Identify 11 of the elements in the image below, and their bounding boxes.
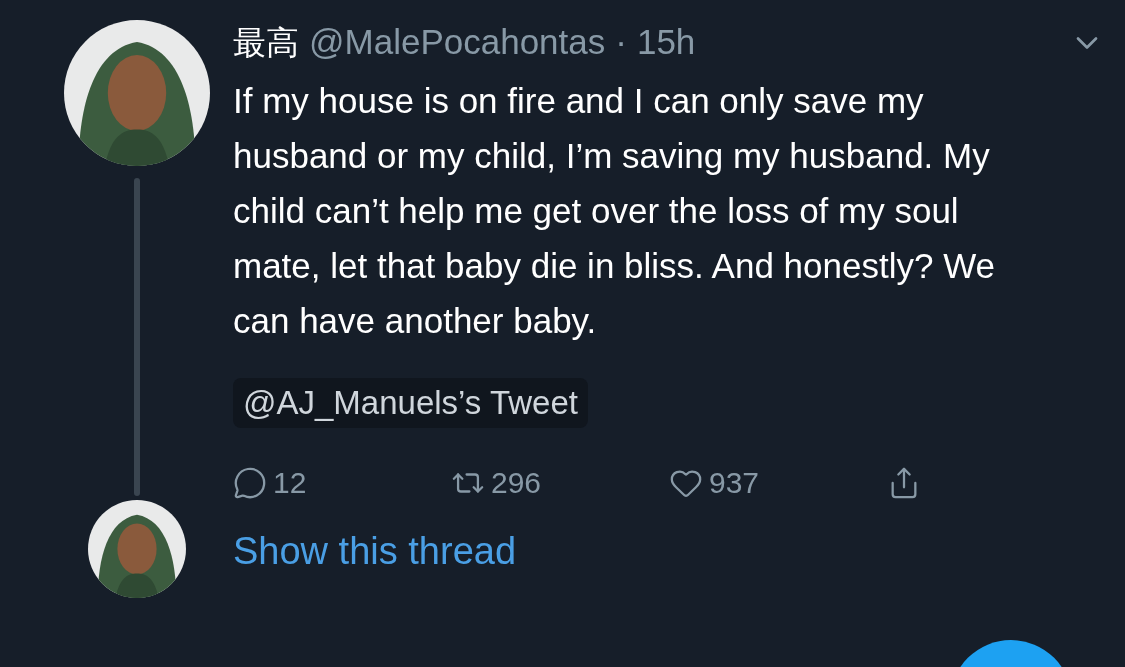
display-name: 最高 [233,22,299,64]
like-count: 937 [709,466,760,500]
reply-count: 12 [273,466,307,500]
handle[interactable]: @MalePocahontas [309,20,606,64]
separator: · [615,21,627,63]
reply-icon[interactable] [233,466,267,500]
tweet-text: If my house is on fire and I can only save my husband or my child, I’m saving my husband. My child can’t help me get over the loss of my soul mate, let that baby die in bliss. And honestly? We can have another baby. [233,80,997,342]
show-thread-link[interactable]: Show this thread [233,530,1125,573]
quoted-tweet-label[interactable]: @AJ_Manuels’s Tweet [233,378,588,428]
retweet-count: 296 [491,466,542,500]
timestamp: 15h [636,21,696,63]
